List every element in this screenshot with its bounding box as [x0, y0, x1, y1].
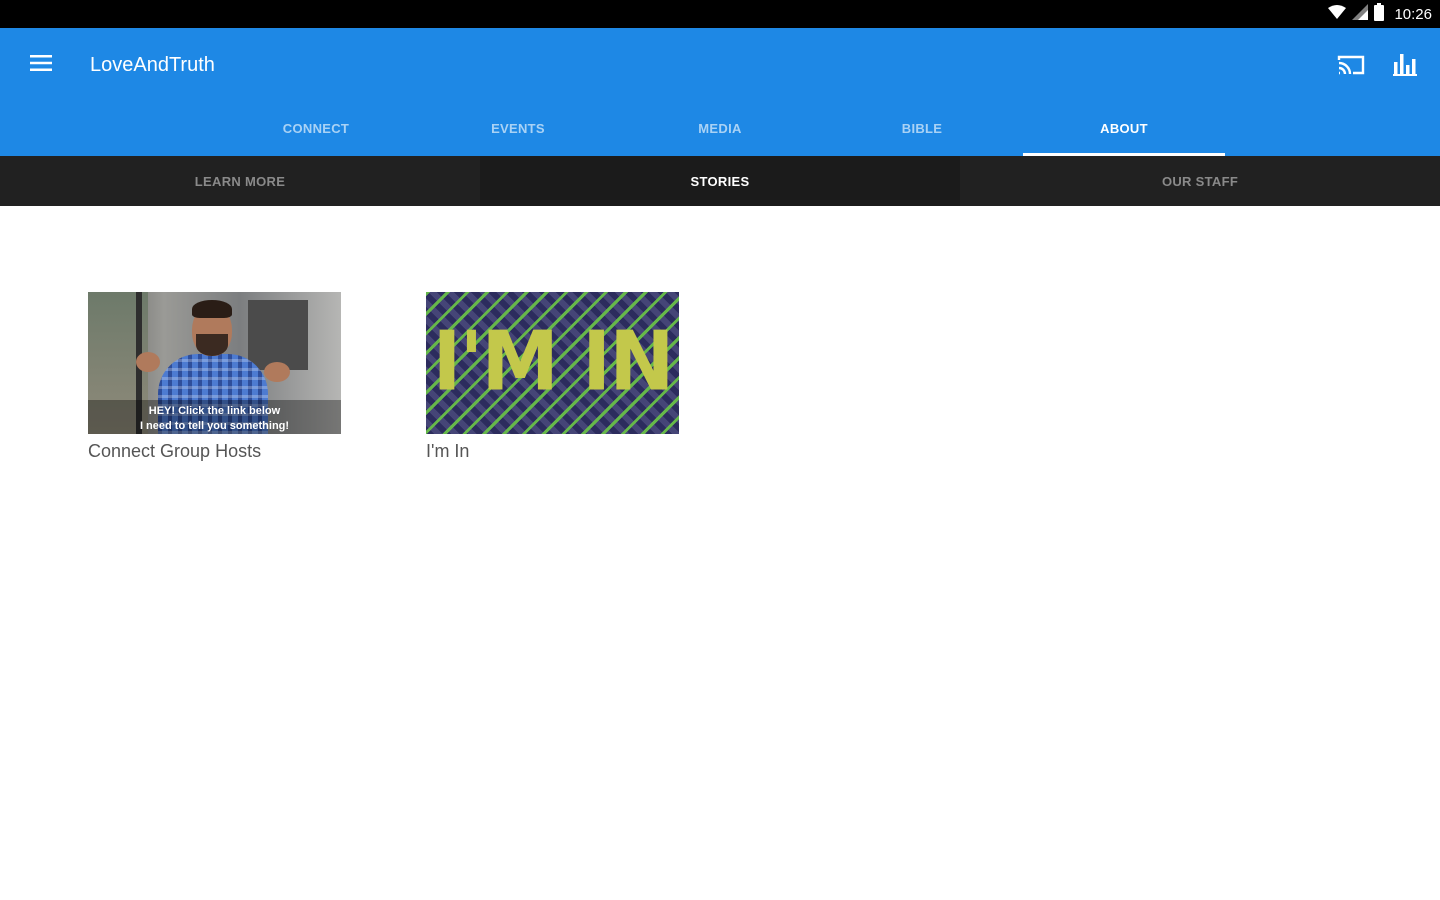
thumbnail-caption-line: HEY! Click the link below: [148, 405, 281, 417]
app-bar: LoveAndTruth CONNECT EVENTS MEDIA BIBLE …: [0, 28, 1440, 156]
tab-media[interactable]: MEDIA: [619, 100, 821, 156]
stats-button[interactable]: [1389, 50, 1421, 84]
bar-chart-icon: [1393, 53, 1417, 82]
tab-events[interactable]: EVENTS: [417, 100, 619, 156]
story-thumbnail[interactable]: I'M IN: [426, 292, 679, 434]
story-card[interactable]: I'M IN I'm In: [426, 292, 679, 462]
subtab-our-staff[interactable]: OUR STAFF: [960, 156, 1440, 206]
story-title[interactable]: I'm In: [426, 440, 679, 462]
subtab-learn-more[interactable]: LEARN MORE: [0, 156, 480, 206]
status-time: 10:26: [1394, 5, 1432, 23]
cell-signal-icon: [1352, 3, 1369, 25]
cast-button[interactable]: [1334, 50, 1368, 84]
tab-bible[interactable]: BIBLE: [821, 100, 1023, 156]
tab-connect[interactable]: CONNECT: [215, 100, 417, 156]
story-title[interactable]: Connect Group Hosts: [88, 440, 341, 462]
main-tab-bar: CONNECT EVENTS MEDIA BIBLE ABOUT: [215, 100, 1225, 156]
menu-icon: [30, 54, 52, 77]
story-card[interactable]: HEY! Click the link below I need to tell…: [88, 292, 341, 462]
status-icons: 10:26: [1328, 0, 1432, 28]
story-thumbnail[interactable]: HEY! Click the link below I need to tell…: [88, 292, 341, 434]
status-bar: 10:26: [0, 0, 1440, 28]
tab-about[interactable]: ABOUT: [1023, 100, 1225, 156]
thumbnail-caption-line: I need to tell you something!: [139, 420, 290, 432]
app-title: LoveAndTruth: [90, 54, 215, 76]
stories-grid: HEY! Click the link below I need to tell…: [0, 206, 1440, 900]
cast-icon: [1337, 54, 1365, 81]
thumbnail-text: I'M IN: [432, 314, 675, 410]
menu-button[interactable]: [22, 46, 60, 84]
thumbnail-caption: HEY! Click the link below I need to tell…: [88, 400, 341, 434]
battery-icon: [1374, 2, 1385, 26]
subtab-stories[interactable]: STORIES: [480, 156, 960, 206]
wifi-icon: [1328, 4, 1347, 24]
sub-tab-bar: LEARN MORE STORIES OUR STAFF: [0, 156, 1440, 206]
